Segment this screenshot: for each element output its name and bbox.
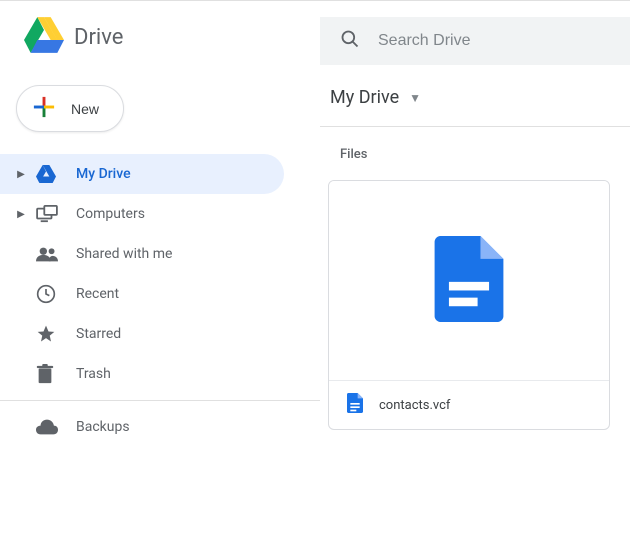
chevron-right-icon: ▶ [10,209,32,220]
cloud-icon [32,419,76,435]
drive-logo-icon [24,17,64,57]
sidebar-item-label: Backups [76,419,284,435]
sidebar-nav: ▶ My Drive ▶ [0,154,320,394]
app-title: Drive [74,25,123,50]
sidebar-item-shared[interactable]: Shared with me [0,234,284,274]
sidebar-item-label: Starred [76,326,284,342]
chevron-right-icon: ▶ [10,169,32,180]
sidebar-item-label: Computers [76,206,284,222]
plus-multicolor-icon [31,94,57,123]
section-label-files: Files [320,127,630,180]
new-button-label: New [71,101,99,117]
shared-icon [32,246,76,262]
drive-logo-icon [32,165,76,183]
sidebar-item-backups[interactable]: Backups [0,407,284,447]
recent-icon [32,284,76,304]
sidebar-item-my-drive[interactable]: ▶ My Drive [0,154,284,194]
logo-row: Drive [0,17,320,57]
file-footer: contacts.vcf [329,381,609,429]
sidebar-item-trash[interactable]: Trash [0,354,284,394]
breadcrumb-current: My Drive [330,87,399,108]
computers-icon [32,205,76,223]
sidebar-item-computers[interactable]: ▶ Computers [0,194,284,234]
file-preview [329,181,609,381]
divider [0,400,320,401]
sidebar-item-label: Shared with me [76,246,284,262]
search-icon [340,29,360,53]
trash-icon [32,364,76,384]
sidebar-item-label: Recent [76,286,284,302]
star-icon [32,324,76,344]
breadcrumb[interactable]: My Drive ▼ [320,65,630,127]
search-bar[interactable] [320,17,630,65]
file-card[interactable]: contacts.vcf [328,180,610,430]
sidebar-item-recent[interactable]: Recent [0,274,284,314]
sidebar-item-starred[interactable]: Starred [0,314,284,354]
sidebar-item-label: Trash [76,366,284,382]
new-button[interactable]: New [16,85,124,132]
caret-down-icon: ▼ [409,91,421,105]
search-input[interactable] [378,32,630,50]
file-name: contacts.vcf [379,398,450,413]
sidebar-item-label: My Drive [76,166,284,182]
file-document-icon [347,393,363,417]
file-document-icon [434,236,504,326]
